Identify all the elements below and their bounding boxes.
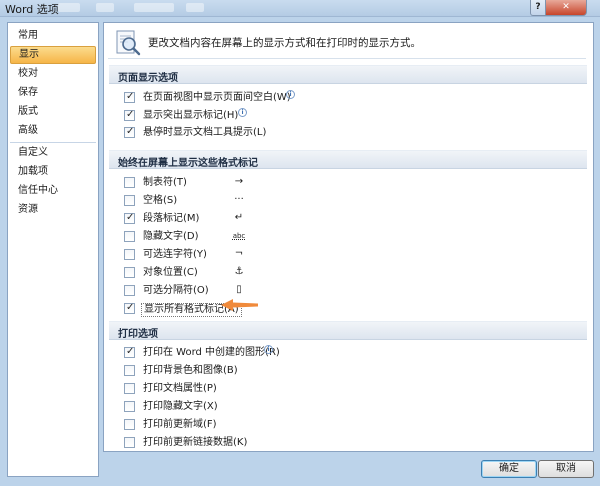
checkbox[interactable] (124, 346, 135, 358)
option-label: 打印在 Word 中创建的图形(R) (143, 347, 280, 358)
option-print-hidden-text[interactable]: 打印隐藏文字(X) (124, 401, 424, 415)
sidebar-item-display[interactable]: 显示 (10, 46, 96, 64)
option-print-properties[interactable]: 打印文档属性(P) (124, 383, 424, 397)
cancel-button[interactable]: 取消 (538, 460, 594, 478)
option-label: 隐藏文字(D) (143, 231, 199, 242)
annotation-arrow-icon (221, 299, 258, 311)
title-bar-blur (134, 3, 174, 12)
option-label: 显示突出显示标记(H) (143, 110, 239, 121)
section-title: 页面显示选项 (118, 73, 178, 84)
sidebar-item-customize[interactable]: 自定义 (10, 144, 96, 162)
option-show-tooltips[interactable]: 悬停时显示文档工具提示(L) (124, 126, 424, 141)
info-icon[interactable]: i (238, 108, 247, 117)
option-label: 打印前更新链接数据(K) (143, 437, 248, 448)
sidebar: 常用 显示 校对 保存 版式 高级 自定义 加载项 信任中心 资源 (7, 22, 99, 477)
option-print-background[interactable]: 打印背景色和图像(B) (124, 365, 424, 379)
section-title: 始终在屏幕上显示这些格式标记 (118, 158, 258, 169)
option-label: 打印文档属性(P) (143, 383, 217, 394)
anchor-icon: ⚓ (234, 266, 244, 277)
option-object-anchors[interactable]: 对象位置(C) ⚓ (124, 266, 424, 281)
title-bar-blur (58, 3, 80, 12)
option-label: 在页面视图中显示页面间空白(W) (143, 92, 291, 103)
space-dots-icon: ··· (234, 194, 244, 205)
checkbox[interactable] (124, 401, 135, 412)
sidebar-item-addins[interactable]: 加载项 (10, 163, 96, 181)
sidebar-item-advanced[interactable]: 高级 (10, 122, 96, 140)
section-formatting-marks: 始终在屏幕上显示这些格式标记 (109, 150, 587, 169)
checkbox[interactable] (124, 419, 135, 430)
close-icon: ✕ (562, 2, 570, 12)
checkbox[interactable] (124, 437, 135, 448)
option-paragraph-marks[interactable]: 段落标记(M) ↵ (124, 212, 424, 227)
sidebar-item-common[interactable]: 常用 (10, 27, 96, 45)
panel-description: 更改文档内容在屏幕上的显示方式和在打印时的显示方式。 (148, 37, 421, 49)
hidden-text-icon: abc (232, 232, 246, 240)
option-show-whitespace[interactable]: 在页面视图中显示页面间空白(W) i (124, 90, 424, 106)
option-label: 空格(S) (143, 195, 178, 206)
title-bar-blur (96, 3, 114, 12)
option-update-fields[interactable]: 打印前更新域(F) (124, 419, 424, 433)
paragraph-mark-icon: ↵ (234, 212, 244, 223)
checkbox[interactable] (124, 365, 135, 376)
option-label: 打印背景色和图像(B) (143, 365, 238, 376)
optional-break-icon: ▯ (236, 284, 242, 295)
option-tab-characters[interactable]: 制表符(T) → (124, 176, 424, 191)
checkbox[interactable] (124, 231, 135, 242)
help-button[interactable]: ? (530, 0, 546, 16)
checkbox[interactable] (124, 383, 135, 394)
option-update-linked-data[interactable]: 打印前更新链接数据(K) (124, 437, 424, 451)
magnifier-document-icon (116, 30, 141, 56)
option-show-highlighter[interactable]: 显示突出显示标记(H) i (124, 108, 424, 124)
sidebar-item-resources[interactable]: 资源 (10, 201, 96, 219)
option-label: 打印前更新域(F) (143, 419, 217, 430)
option-label: 段落标记(M) (143, 213, 200, 224)
option-label: 可选连字符(Y) (143, 249, 207, 260)
help-icon: ? (535, 2, 541, 12)
sidebar-item-proofing[interactable]: 校对 (10, 65, 96, 83)
section-title: 打印选项 (118, 329, 158, 340)
info-icon[interactable]: i (264, 345, 273, 354)
checkbox[interactable] (124, 126, 135, 138)
checkbox[interactable] (124, 302, 135, 314)
checkbox[interactable] (124, 177, 135, 188)
checkbox[interactable] (124, 109, 135, 121)
checkbox[interactable] (124, 267, 135, 278)
section-page-display: 页面显示选项 (109, 65, 587, 84)
option-label: 打印隐藏文字(X) (143, 401, 218, 412)
checkbox[interactable] (124, 249, 135, 260)
section-print-options: 打印选项 (109, 321, 587, 340)
option-label: 制表符(T) (143, 177, 187, 188)
checkbox[interactable] (124, 212, 135, 224)
option-hidden-text[interactable]: 隐藏文字(D) abc (124, 231, 424, 245)
tab-arrow-icon: → (234, 176, 244, 187)
title-bar-blur (186, 3, 204, 12)
info-icon[interactable]: i (286, 90, 295, 99)
option-label: 对象位置(C) (143, 267, 198, 278)
header-divider (108, 58, 586, 59)
option-optional-hyphens[interactable]: 可选连字符(Y) ¬ (124, 248, 424, 263)
sidebar-item-typography[interactable]: 版式 (10, 103, 96, 121)
option-label: 悬停时显示文档工具提示(L) (143, 127, 267, 138)
options-panel: 更改文档内容在屏幕上的显示方式和在打印时的显示方式。 页面显示选项 在页面视图中… (103, 22, 594, 452)
option-show-all-marks[interactable]: 显示所有格式标记(A) (124, 302, 424, 317)
window-title: Word 选项 (5, 3, 59, 16)
sidebar-item-save[interactable]: 保存 (10, 84, 96, 102)
option-print-drawings[interactable]: 打印在 Word 中创建的图形(R) i (124, 345, 424, 361)
checkbox[interactable] (124, 91, 135, 103)
checkbox[interactable] (124, 195, 135, 206)
sidebar-divider (10, 142, 96, 143)
optional-hyphen-icon: ¬ (234, 248, 244, 259)
option-optional-breaks[interactable]: 可选分隔符(O) ▯ (124, 284, 424, 299)
title-bar: Word 选项 ? ✕ (0, 0, 600, 17)
option-spaces[interactable]: 空格(S) ··· (124, 194, 424, 209)
ok-button[interactable]: 确定 (481, 460, 537, 478)
close-button[interactable]: ✕ (545, 0, 587, 16)
checkbox[interactable] (124, 285, 135, 296)
option-label: 可选分隔符(O) (143, 285, 209, 296)
sidebar-item-trust-center[interactable]: 信任中心 (10, 182, 96, 200)
